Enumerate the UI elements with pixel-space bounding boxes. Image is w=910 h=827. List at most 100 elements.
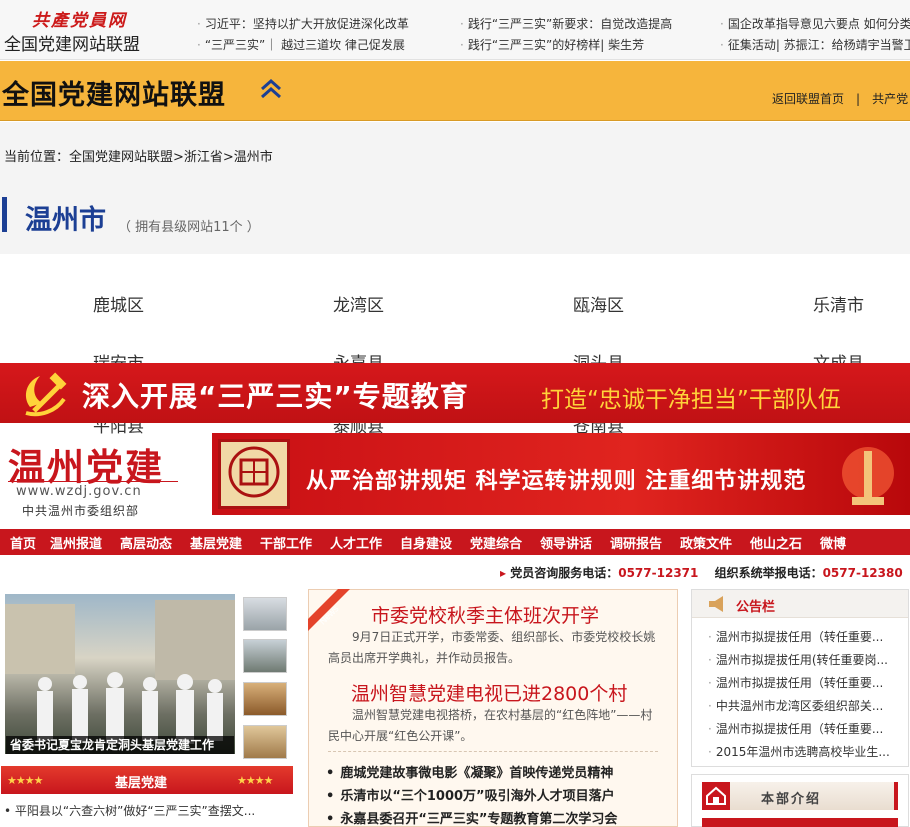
notice-item[interactable]: · 温州市拟提拔任用（转任重要...: [708, 674, 883, 691]
campaign-banner[interactable]: 深入开展“三严三实”专题教育 打造“忠诚干净担当”干部队伍: [0, 363, 910, 423]
news-item[interactable]: • 乐清市以“三个1000万”吸引海外人才项目落户: [326, 785, 615, 804]
nav-item[interactable]: 人才工作: [330, 533, 382, 552]
section-title: 基层党建: [115, 776, 168, 791]
report-number: 0577-12380: [822, 566, 903, 580]
ticker-text: 践行“三严三实”的好榜样| 柴生芳: [467, 38, 645, 52]
news-item-text: 永嘉县委召开“三严三实”专题教育第二次学习会: [340, 812, 618, 827]
news-item-text: 鹿城党建故事微电影《凝聚》首映传递党员精神: [340, 766, 614, 781]
ticker-text: 国企改革指导意见六要点 如何分类: [727, 17, 910, 31]
notice-item-text: 温州市拟提拔任用（转任重要...: [715, 676, 884, 690]
ticker-link[interactable]: · 习近平：坚持以扩大开放促进深化改革: [197, 15, 409, 32]
bullet: •: [326, 766, 335, 781]
logo-divider: [8, 481, 178, 482]
about-label: 本部介绍: [761, 792, 822, 807]
nav-item-home[interactable]: 首页: [10, 533, 36, 552]
notice-item-text: 2015年温州市选聘高校毕业生...: [715, 745, 890, 759]
news-item[interactable]: • 鹿城党建故事微电影《凝聚》首映传递党员精神: [326, 762, 613, 781]
nav-item[interactable]: 微博: [820, 533, 846, 552]
nav-item[interactable]: 基层党建: [190, 533, 242, 552]
featured-photo[interactable]: [5, 594, 235, 754]
headline-summary: 9月7日正式开学，市委常委、组织部长、市委党校校长姚高员出席开学典礼，并作动员报…: [328, 630, 656, 665]
notice-item-text: 温州市拟提拔任用（转任重要...: [715, 630, 884, 644]
breadcrumb: 当前位置：全国党建网站联盟>浙江省>温州市: [4, 150, 273, 165]
notice-item[interactable]: · 温州市拟提拔任用（转任重要...: [708, 628, 883, 645]
alliance-title: 全国党建网站联盟: [2, 80, 226, 111]
news-item[interactable]: • 永嘉县委召开“三严三实”专题教育第二次学习会: [326, 808, 617, 827]
nav-item[interactable]: 自身建设: [400, 533, 452, 552]
bullet: •: [326, 812, 335, 827]
ticker-link[interactable]: · “三严三实”｜ 越过三道坎 律己促发展: [197, 36, 405, 53]
thumbnail-image[interactable]: [243, 597, 287, 631]
stars-icon: ★★★★: [7, 774, 43, 787]
main-nav: 首页 温州报道 高层动态 基层党建 干部工作 人才工作 自身建设 党建综合 领导…: [0, 529, 910, 555]
site-logo-text[interactable]: 全国党建网站联盟: [4, 30, 140, 55]
city-subtitle: （ 拥有县级网站11个 ）: [118, 220, 260, 235]
hotline-label: 党员咨询服务电话：: [510, 566, 619, 580]
arrow-icon: ▸: [500, 566, 507, 580]
monument-icon: [842, 447, 894, 505]
nav-item[interactable]: 调研报告: [610, 533, 662, 552]
headline-summary: 温州智慧党建电视搭桥，在农村基层的“红色阵地”——村民中心开展“红色公开课”。: [328, 708, 653, 743]
report-label: 组织系统举报电话：: [714, 566, 823, 580]
news-ribbon-icon: News: [308, 589, 350, 631]
notice-item[interactable]: · 中共温州市龙湾区委组织部关...: [708, 697, 883, 714]
ticker-link[interactable]: · 国企改革指导意见六要点 如何分类: [720, 15, 910, 32]
nav-item[interactable]: 高层动态: [120, 533, 172, 552]
nav-item[interactable]: 领导讲话: [540, 533, 592, 552]
ticker-link[interactable]: · 征集活动| 苏振江：给杨靖宇当警卫: [720, 36, 910, 53]
thumbnail-image[interactable]: [243, 639, 287, 673]
home-icon: [702, 782, 730, 810]
megaphone-icon: [709, 596, 723, 612]
ticker-text: 习近平：坚持以扩大开放促进深化改革: [204, 17, 409, 31]
list-item[interactable]: • 平阳县以“六查六树”做好“三严三实”查摆文...: [4, 802, 255, 819]
wzdj-logo[interactable]: 温州党建: [8, 437, 164, 491]
page-root: 共產党員网 全国党建网站联盟 · 习近平：坚持以扩大开放促进深化改革 · 践行“三严…: [0, 0, 910, 827]
notice-item[interactable]: · 2015年温州市选聘高校毕业生...: [708, 743, 890, 760]
site-logo-script[interactable]: 共產党員网: [32, 6, 127, 31]
return-home-link[interactable]: 返回联盟首页: [772, 92, 844, 106]
hotline-number: 0577-12371: [618, 566, 699, 580]
wzdj-org: 中共温州市委组织部: [22, 504, 140, 518]
banner-main-text: 深入开展“三严三实”专题教育: [82, 380, 469, 413]
wzdj-url: www.wzdj.gov.cn: [16, 484, 142, 499]
news-item-text: 乐清市以“三个1000万”吸引海外人才项目落户: [340, 789, 615, 804]
headline-link[interactable]: 市委党校秋季主体班次开学: [371, 601, 599, 628]
notice-item-text: 温州市拟提拔任用（转任重要...: [715, 722, 884, 736]
city-title: 温州市: [25, 205, 106, 236]
county-link[interactable]: 瓯海区: [573, 291, 624, 316]
nav-item[interactable]: 温州报道: [50, 533, 102, 552]
county-link[interactable]: 鹿城区: [93, 291, 144, 316]
section-header-grassroots[interactable]: ★★★★ 基层党建 ★★★★: [1, 766, 293, 794]
notice-item-text: 温州市拟提拔任用(转任重要岗...: [715, 653, 888, 667]
hammer-sickle-icon: [25, 372, 67, 417]
list-item-text: 平阳县以“六查六树”做好“三严三实”查摆文...: [14, 804, 256, 818]
chevron-up-icon[interactable]: [258, 75, 284, 101]
notice-title: 公告栏: [736, 600, 776, 615]
notice-item[interactable]: · 温州市拟提拔任用(转任重要岗...: [708, 651, 888, 668]
county-link[interactable]: 乐清市: [813, 291, 864, 316]
ticker-link[interactable]: · 践行“三严三实”新要求：自觉改造提高: [460, 15, 672, 32]
city-accent-bar: [2, 197, 7, 232]
divider: [328, 751, 658, 752]
notice-item-text: 中共温州市龙湾区委组织部关...: [715, 699, 884, 713]
link-separator: |: [856, 92, 861, 106]
party-member-link[interactable]: 共产党: [872, 92, 908, 106]
band-links: 返回联盟首页 | 共产党: [772, 90, 908, 107]
ticker-link[interactable]: · 践行“三严三实”的好榜样| 柴生芳: [460, 36, 644, 53]
nav-item[interactable]: 党建综合: [470, 533, 522, 552]
wzdj-slogan-banner: 从严治部讲规矩 科学运转讲规则 注重细节讲规范: [212, 433, 910, 515]
alliance-band: 全国党建网站联盟 返回联盟首页 | 共产党: [0, 61, 910, 121]
thumbnail-image[interactable]: [243, 725, 287, 759]
nav-item[interactable]: 政策文件: [680, 533, 732, 552]
notice-item[interactable]: · 温州市拟提拔任用（转任重要...: [708, 720, 883, 737]
photo-caption[interactable]: 省委书记夏宝龙肯定洞头基层党建工作: [6, 736, 234, 754]
county-link[interactable]: 龙湾区: [333, 291, 384, 316]
about-footer-bar: [702, 818, 898, 827]
bullet: •: [326, 789, 335, 804]
slogan-text: 从严治部讲规矩 科学运转讲规则 注重细节讲规范: [306, 469, 807, 494]
nav-item[interactable]: 他山之石: [750, 533, 802, 552]
ticker-text: 征集活动| 苏振江：给杨靖宇当警卫: [727, 38, 910, 52]
headline-link[interactable]: 温州智慧党建电视已进2800个村: [351, 679, 627, 706]
nav-item[interactable]: 干部工作: [260, 533, 312, 552]
thumbnail-image[interactable]: [243, 682, 287, 716]
